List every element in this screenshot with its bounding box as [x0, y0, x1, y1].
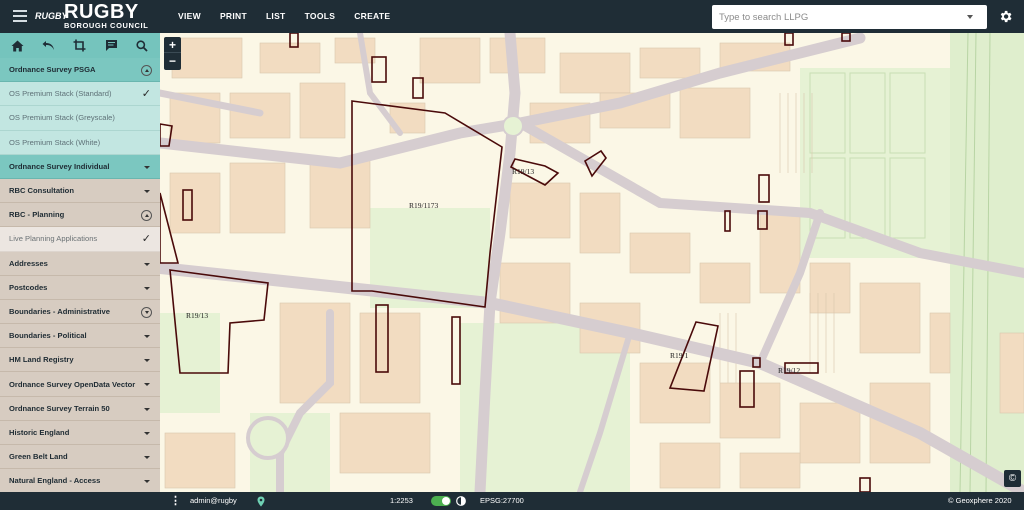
application-label: R19/1173: [409, 201, 439, 210]
chevron-down-icon[interactable]: [144, 480, 150, 484]
layer-label: Ordnance Survey Individual: [9, 161, 110, 171]
roundabout: [246, 416, 290, 460]
layer-label: OS Premium Stack (Standard): [9, 89, 112, 99]
crop-icon[interactable]: [73, 39, 87, 53]
menu-view[interactable]: VIEW: [178, 0, 201, 33]
home-icon[interactable]: [11, 39, 25, 53]
layer-label: OS Premium Stack (Greyscale): [9, 113, 115, 123]
layer-row[interactable]: Ordnance Survey PSGA: [0, 58, 160, 83]
chevron-down-icon[interactable]: [144, 286, 150, 290]
layer-row[interactable]: Live Planning Applications ✓: [0, 227, 160, 252]
layer-row[interactable]: Boundaries - Political: [0, 324, 160, 349]
top-bar: RUGBY RUGBY BOROUGH COUNCIL VIEW PRINT L…: [0, 0, 1024, 33]
copyright-text: © Geoxphere 2020: [948, 496, 1012, 505]
layer-label: RBC - Planning: [9, 210, 65, 220]
chevron-down-icon[interactable]: [144, 335, 150, 339]
undo-icon[interactable]: [42, 39, 56, 53]
layer-label: RBC Consultation: [9, 186, 74, 196]
menu-tools[interactable]: TOOLS: [305, 0, 336, 33]
layer-row[interactable]: Ordnance Survey Individual: [0, 154, 160, 179]
more-options-icon[interactable]: ⋮: [170, 492, 181, 510]
layer-label: OS Premium Stack (White): [9, 137, 101, 147]
toggle-knob: [442, 497, 450, 505]
layer-label: Green Belt Land: [9, 452, 68, 462]
location-pin-icon[interactable]: [257, 496, 265, 507]
menu-list[interactable]: LIST: [266, 0, 286, 33]
logo-subtitle: BOROUGH COUNCIL: [64, 21, 149, 30]
logged-in-user[interactable]: admin@rugby: [190, 492, 237, 510]
search-dropdown-icon[interactable]: [967, 15, 973, 19]
layer-label: Addresses: [9, 258, 48, 268]
layer-label: Ordnance Survey Terrain 50: [9, 403, 110, 413]
chevron-down-icon[interactable]: [144, 262, 150, 266]
layer-row[interactable]: Ordnance Survey Terrain 50: [0, 397, 160, 421]
basemap[interactable]: R19/1173 R19/13 R19/13 R19/1 R19/12: [160, 33, 1024, 492]
copyright-button[interactable]: ©: [1004, 470, 1021, 487]
menu-print[interactable]: PRINT: [220, 0, 247, 33]
layer-row[interactable]: Historic England: [0, 421, 160, 445]
collapse-icon[interactable]: [141, 210, 152, 222]
zoom-in-button[interactable]: +: [164, 37, 181, 53]
layer-row[interactable]: HM Land Registry: [0, 348, 160, 373]
search-icon[interactable]: [135, 39, 149, 53]
chevron-down-icon[interactable]: [144, 383, 150, 387]
menu-create[interactable]: CREATE: [354, 0, 390, 33]
comment-icon[interactable]: [104, 39, 118, 53]
layer-row[interactable]: Natural England - Access: [0, 469, 160, 492]
zoom-control: + −: [164, 37, 181, 70]
hamburger-menu-icon[interactable]: [13, 10, 27, 22]
layer-row[interactable]: Postcodes: [0, 276, 160, 300]
park-area: [160, 313, 220, 413]
map-scale[interactable]: 1:2253: [390, 492, 413, 510]
layer-label: Historic England: [9, 427, 70, 437]
layer-row[interactable]: Boundaries - Administrative: [0, 300, 160, 325]
expand-icon[interactable]: [141, 306, 152, 318]
logo-badge: RUGBY: [35, 11, 68, 21]
chevron-down-icon[interactable]: [144, 431, 150, 435]
checkmark-icon[interactable]: ✓: [142, 87, 151, 100]
llpg-search-input[interactable]: [712, 5, 952, 29]
contrast-icon[interactable]: [456, 496, 466, 506]
roundabout: [502, 115, 524, 137]
map-canvas[interactable]: R19/1173 R19/13 R19/13 R19/1 R19/12: [160, 33, 1024, 492]
layer-label: Ordnance Survey OpenData Vector: [9, 379, 136, 389]
checkmark-icon[interactable]: ✓: [142, 232, 151, 245]
application-label: R19/12: [778, 366, 800, 375]
projection-label: EPSG:27700: [480, 496, 524, 505]
layer-label: HM Land Registry: [9, 355, 74, 365]
layer-sidebar: Ordnance Survey PSGA OS Premium Stack (St…: [0, 33, 160, 492]
layer-label: Live Planning Applications: [9, 234, 98, 244]
chevron-down-icon[interactable]: [144, 456, 150, 459]
layer-label: Boundaries - Political: [9, 331, 87, 341]
layer-row[interactable]: Ordnance Survey OpenData Vector: [0, 372, 160, 397]
zoom-out-button[interactable]: −: [164, 53, 181, 69]
application-label: R19/13: [186, 311, 208, 320]
gear-icon[interactable]: [998, 9, 1013, 24]
layer-label: Ordnance Survey PSGA: [9, 65, 96, 75]
sidebar-toolbar: [0, 33, 160, 58]
layer-row[interactable]: OS Premium Stack (Greyscale): [0, 106, 160, 131]
sports-ground: [800, 68, 960, 258]
chevron-down-icon[interactable]: [144, 189, 150, 193]
layer-row[interactable]: OS Premium Stack (White): [0, 130, 160, 155]
layer-label: Natural England - Access: [9, 476, 101, 486]
layer-row[interactable]: Addresses: [0, 252, 160, 276]
layer-row[interactable]: RBC Consultation: [0, 179, 160, 204]
status-bar: ⋮ admin@rugby 1:2253 EPSG:27700 © Geoxph…: [0, 492, 1024, 510]
layer-list: Ordnance Survey PSGA OS Premium Stack (St…: [0, 58, 160, 492]
application-label: R19/1: [670, 351, 689, 360]
application-label: R19/13: [512, 167, 534, 176]
llpg-search-box: [712, 5, 987, 29]
basemap-toggle[interactable]: [431, 496, 451, 506]
chevron-down-icon[interactable]: [144, 165, 150, 169]
layer-row[interactable]: OS Premium Stack (Standard) ✓: [0, 82, 160, 107]
layer-row[interactable]: Green Belt Land: [0, 445, 160, 470]
layer-label: Postcodes: [9, 282, 48, 292]
chevron-down-icon[interactable]: [144, 359, 150, 363]
collapse-icon[interactable]: [141, 65, 152, 76]
layer-row[interactable]: RBC - Planning: [0, 203, 160, 228]
main-menu: VIEW PRINT LIST TOOLS CREATE: [178, 0, 409, 33]
layer-label: Boundaries - Administrative: [9, 306, 110, 316]
chevron-down-icon[interactable]: [144, 407, 150, 411]
